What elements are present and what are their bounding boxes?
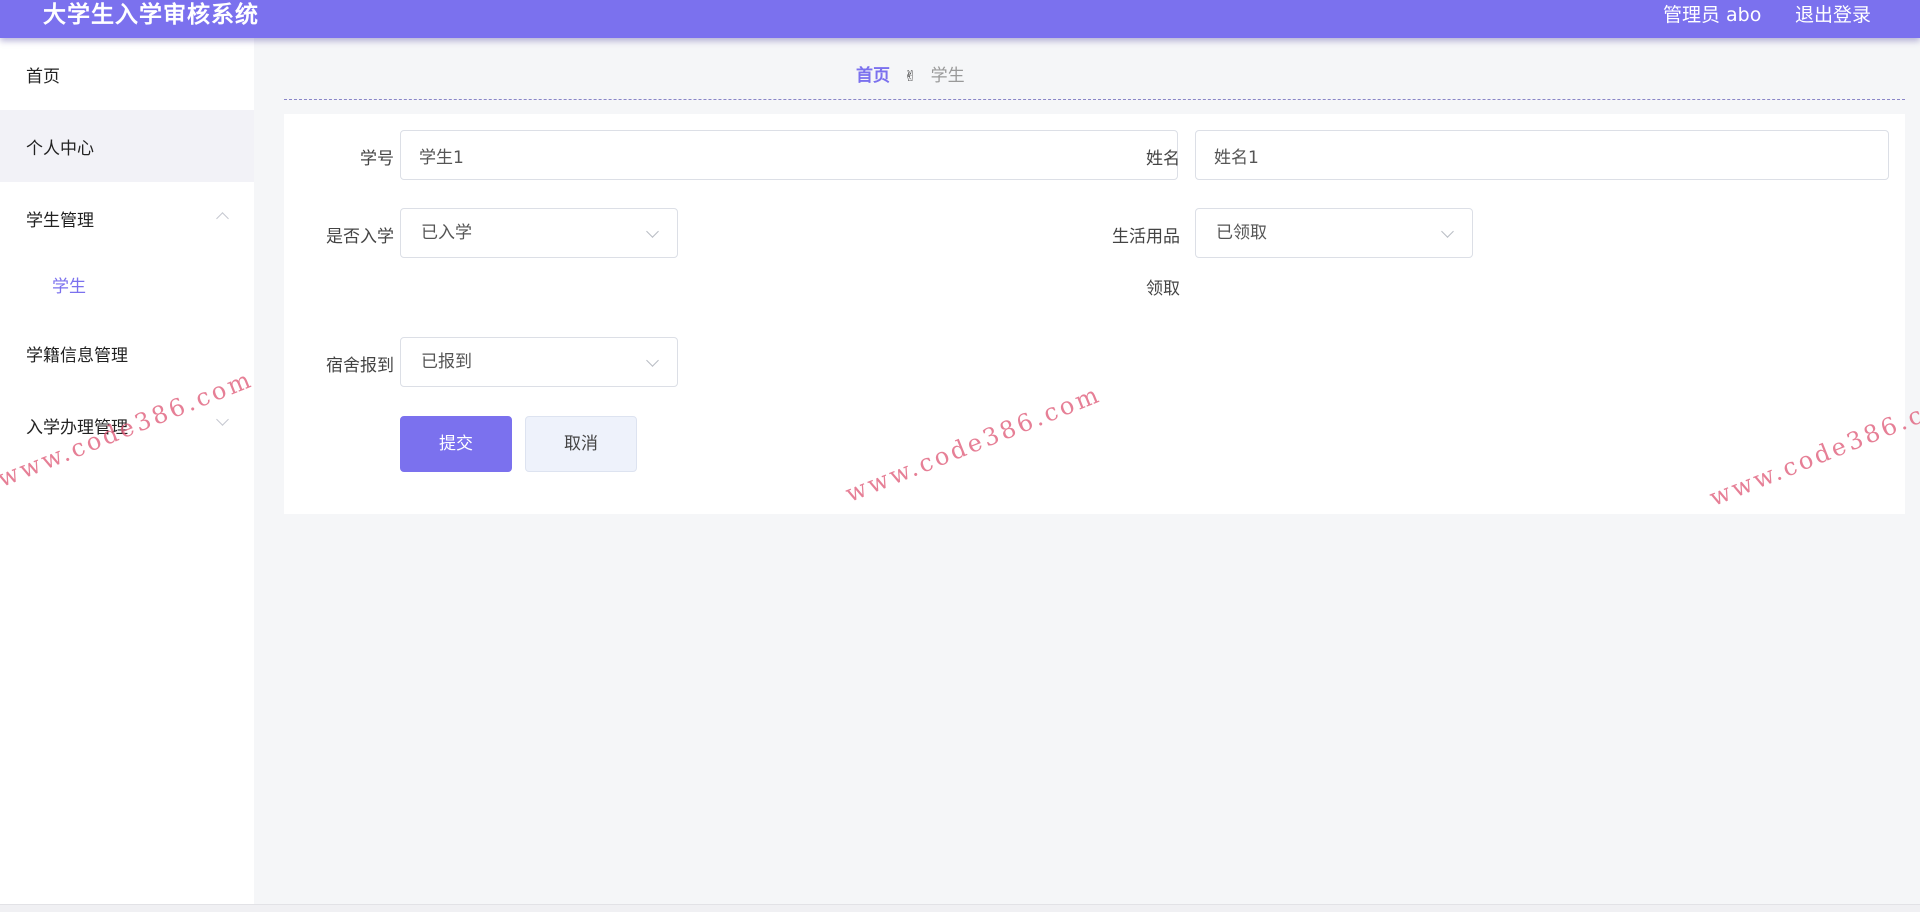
app-title: 大学生入学审核系统 [43,2,259,28]
sidebar-item-label: 个人中心 [26,139,94,159]
select-value: 已入学 [421,223,472,243]
sidebar-subitem-student[interactable]: 学生 [52,272,86,297]
chevron-up-icon [216,212,229,225]
sidebar-item-label: 学籍信息管理 [26,346,128,366]
supplies-label: 生活用品 [1112,227,1180,247]
dorm-checkin-label: 宿舍报到 [326,356,394,376]
select-value: 已报到 [421,352,472,372]
breadcrumb: 首页 ✌ 学生 [856,64,965,88]
divider [284,99,1905,100]
sidebar: 首页 个人中心 学生管理 学生 学籍信息管理 入学办理管理 [0,38,254,904]
breadcrumb-home[interactable]: 首页 [856,64,890,88]
name-input[interactable] [1195,130,1889,180]
cancel-button[interactable]: 取消 [525,416,637,472]
sidebar-item-label: 首页 [26,67,60,87]
sidebar-item-student-management[interactable]: 学生管理 [0,182,254,254]
dorm-checkin-select[interactable]: 已报到 [400,337,678,387]
sidebar-item-home[interactable]: 首页 [0,38,254,110]
sidebar-item-admission-processing[interactable]: 入学办理管理 [0,389,254,461]
chevron-down-icon [1441,225,1454,238]
chevron-down-icon [646,354,659,367]
supplies-select[interactable]: 已领取 [1195,208,1473,258]
sidebar-item-label: 入学办理管理 [26,418,128,438]
victory-hand-icon: ✌ [904,67,917,85]
sidebar-item-enrollment-info[interactable]: 学籍信息管理 [0,317,254,389]
student-id-input[interactable] [400,130,1178,180]
sidebar-item-personal-center[interactable]: 个人中心 [0,110,254,182]
student-form: 学号 姓名 是否入学 已入学 生活用品 领取 已领取 宿舍报到 已报到 提交 取… [284,114,1905,514]
sidebar-item-label: 学生管理 [26,211,94,231]
student-id-label: 学号 [360,149,394,169]
admin-user-label: 管理员 abo [1663,4,1762,26]
name-label: 姓名 [1146,149,1180,169]
top-header: 大学生入学审核系统 管理员 abo 退出登录 [0,0,1920,38]
breadcrumb-current: 学生 [930,66,965,86]
footer-strip [0,904,1920,912]
logout-link[interactable]: 退出登录 [1795,0,1871,32]
select-value: 已领取 [1216,223,1267,243]
enrolled-label: 是否入学 [326,227,394,247]
enrolled-select[interactable]: 已入学 [400,208,678,258]
submit-button[interactable]: 提交 [400,416,512,472]
chevron-down-icon [646,225,659,238]
supplies-label-line2: 领取 [1146,279,1180,299]
chevron-down-icon [216,413,229,426]
